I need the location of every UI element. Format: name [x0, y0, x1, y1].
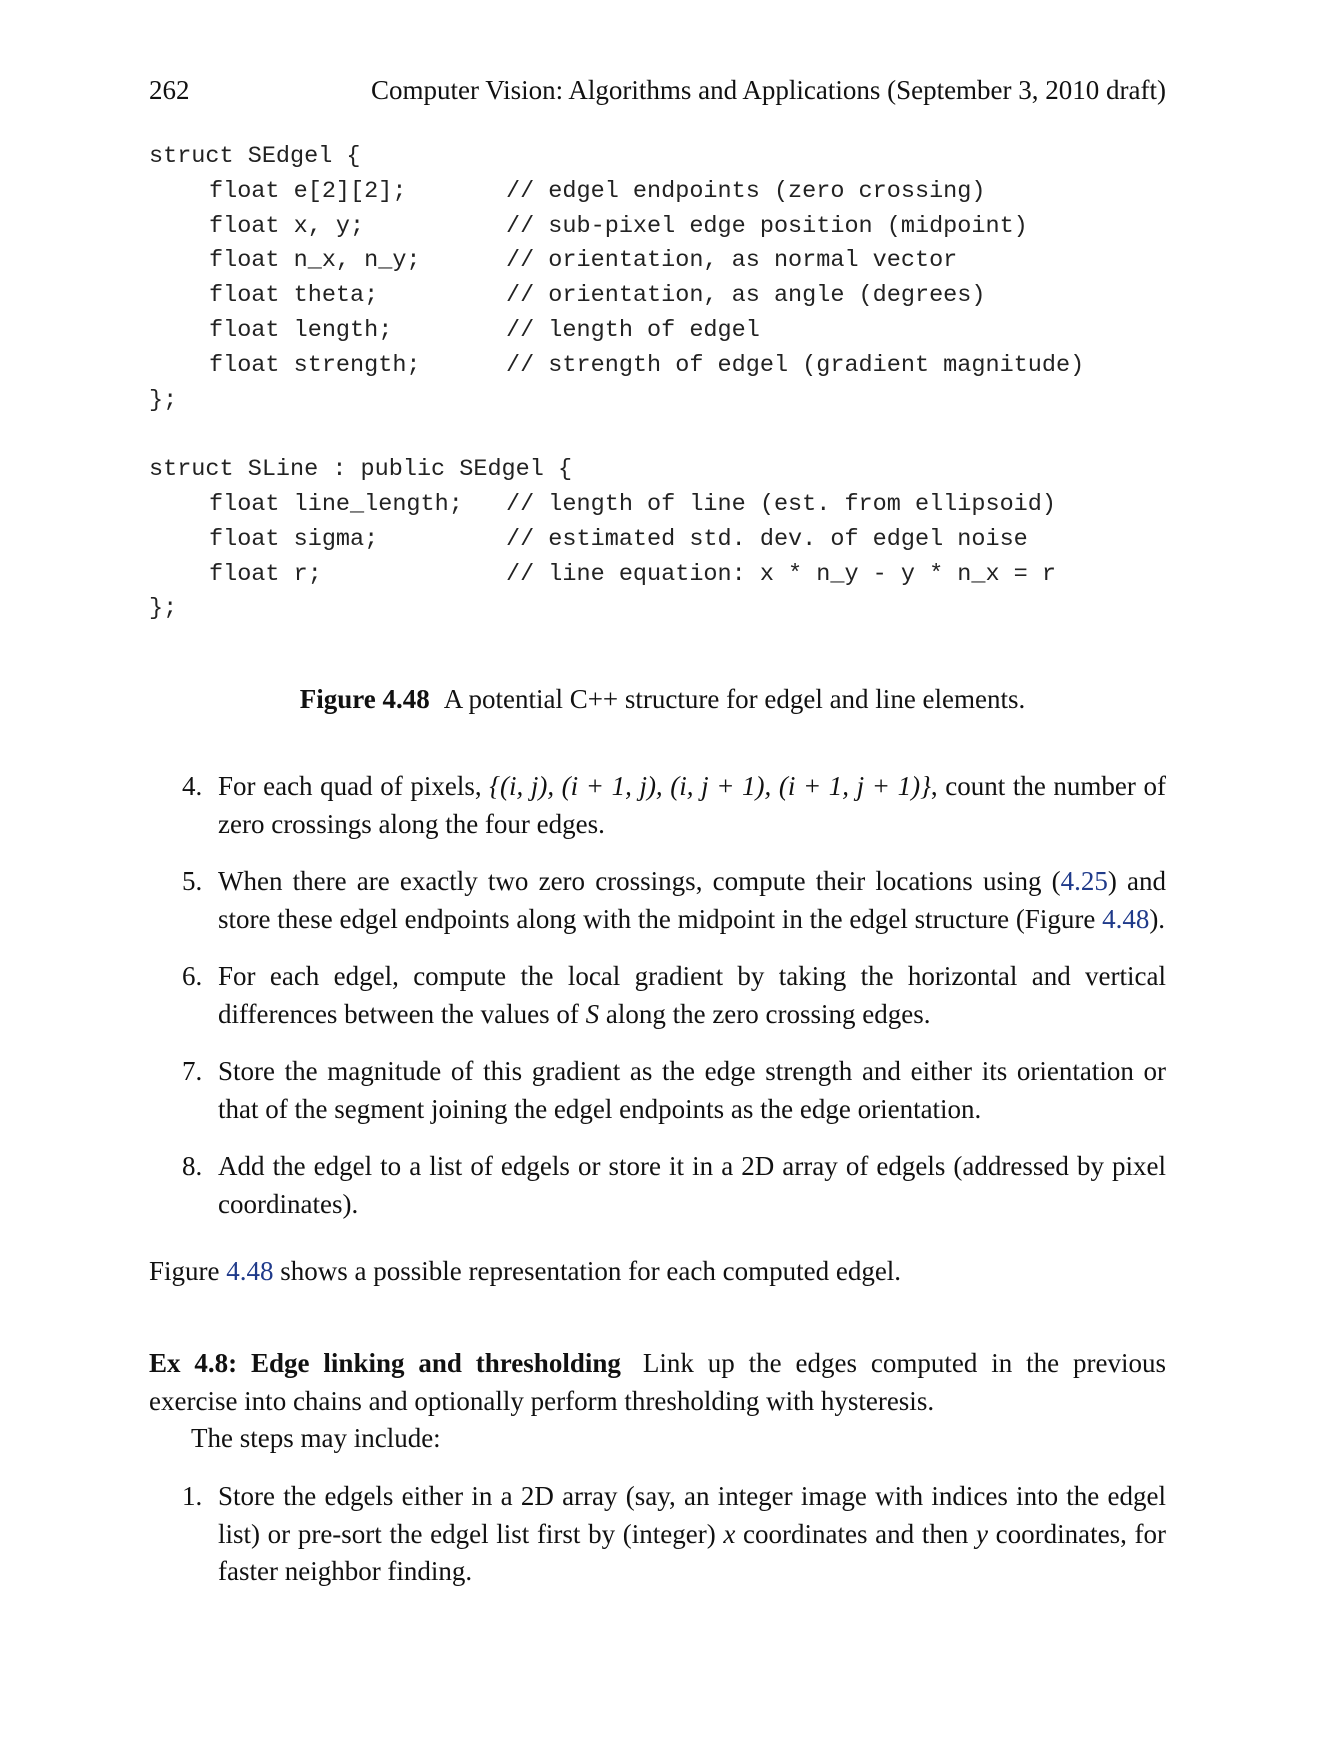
equation-link[interactable]: 4.25	[1061, 866, 1108, 896]
paragraph-text: shows a possible representation for each…	[273, 1256, 902, 1286]
math-expression: {(i, j), (i + 1, j), (i, j + 1), (i + 1,…	[489, 771, 931, 801]
figure-caption: Figure 4.48 A potential C++ structure for…	[0, 683, 1325, 715]
exercise-title: Ex 4.8: Edge linking and thresholding	[149, 1348, 621, 1378]
steps-list: 4. For each quad of pixels, {(i, j), (i +…	[149, 768, 1166, 1223]
item-text: coordinates and then	[735, 1518, 976, 1549]
code-listing: struct SEdgel { float e[2][2]; // edgel e…	[149, 140, 1179, 627]
code-comment: // estimated std. dev. of edgel noise	[506, 525, 1028, 553]
item-number: 6.	[182, 961, 203, 991]
code-comment: // orientation, as normal vector	[506, 247, 958, 275]
list-item: 1. Store the edgels either in a 2D array …	[149, 1478, 1166, 1591]
code-comment: // edgel endpoints (zero crossing)	[506, 177, 986, 205]
steps-list-b: 1. Store the edgels either in a 2D array …	[149, 1478, 1166, 1591]
code-decl: float r;	[209, 560, 322, 588]
item-number: 4.	[182, 771, 203, 801]
code-decl: float theta;	[209, 282, 379, 310]
item-text: along the zero crossing edges.	[599, 998, 931, 1029]
list-item: 8. Add the edgel to a list of edgels or s…	[149, 1148, 1166, 1223]
code-decl: float strength;	[209, 351, 421, 379]
steps-intro: The steps may include:	[191, 1423, 441, 1453]
code-decl: float sigma;	[209, 525, 379, 553]
code-decl: float n_x, n_y;	[209, 247, 421, 275]
page: 262 Computer Vision: Algorithms and Appl…	[0, 0, 1325, 1750]
code-decl: float line_length;	[209, 490, 463, 518]
code-comment: // strength of edgel (gradient magnitude…	[506, 351, 1085, 379]
code-line: };	[149, 386, 178, 414]
code-comment: // length of line (est. from ellipsoid)	[506, 490, 1056, 518]
list-item: 5. When there are exactly two zero crossi…	[149, 863, 1166, 938]
figure-link[interactable]: 4.48	[1102, 904, 1149, 934]
figure-label: Figure 4.48	[299, 684, 430, 714]
figure-caption-text: A potential C++ structure for edgel and …	[443, 684, 1026, 714]
item-text: Add the edgel to a list of edgels or sto…	[218, 1151, 1166, 1219]
list-item: 4. For each quad of pixels, {(i, j), (i +…	[149, 768, 1166, 843]
code-comment: // line equation: x * n_y - y * n_x = r	[506, 560, 1056, 588]
item-text: When there are exactly two zero crossing…	[218, 866, 1061, 896]
summary-paragraph: Figure 4.48 shows a possible representat…	[149, 1253, 1166, 1291]
paragraph-text: Figure	[149, 1256, 227, 1286]
list-item: 7. Store the magnitude of this gradient a…	[149, 1053, 1166, 1128]
figure-link[interactable]: 4.48	[226, 1256, 273, 1286]
math-symbol: S	[585, 998, 600, 1029]
math-symbol: y	[975, 1518, 988, 1549]
item-text: ).	[1149, 903, 1166, 934]
item-number: 8.	[182, 1151, 203, 1181]
running-title: Computer Vision: Algorithms and Applicat…	[370, 75, 1166, 105]
item-text: For each quad of pixels,	[218, 771, 490, 801]
code-comment: // sub-pixel edge position (midpoint)	[506, 212, 1028, 240]
item-number: 1.	[182, 1481, 203, 1511]
code-decl: float length;	[209, 316, 393, 344]
page-number: 262	[149, 75, 190, 105]
exercise-paragraph: Ex 4.8: Edge linking and thresholding Lin…	[149, 1345, 1166, 1420]
code-comment: // length of edgel	[506, 316, 760, 344]
code-decl: float x, y;	[209, 212, 365, 240]
code-line: struct SEdgel {	[149, 143, 361, 170]
code-decl: float e[2][2];	[209, 177, 407, 205]
math-symbol: x	[723, 1518, 736, 1549]
code-comment: // orientation, as angle (degrees)	[506, 282, 986, 310]
item-number: 5.	[182, 866, 203, 896]
list-item: 6. For each edgel, compute the local grad…	[149, 958, 1166, 1033]
code-line: struct SLine : public SEdgel {	[149, 456, 573, 484]
item-number: 7.	[182, 1056, 203, 1086]
item-text: Store the magnitude of this gradient as …	[218, 1056, 1166, 1124]
code-line: };	[149, 595, 178, 623]
